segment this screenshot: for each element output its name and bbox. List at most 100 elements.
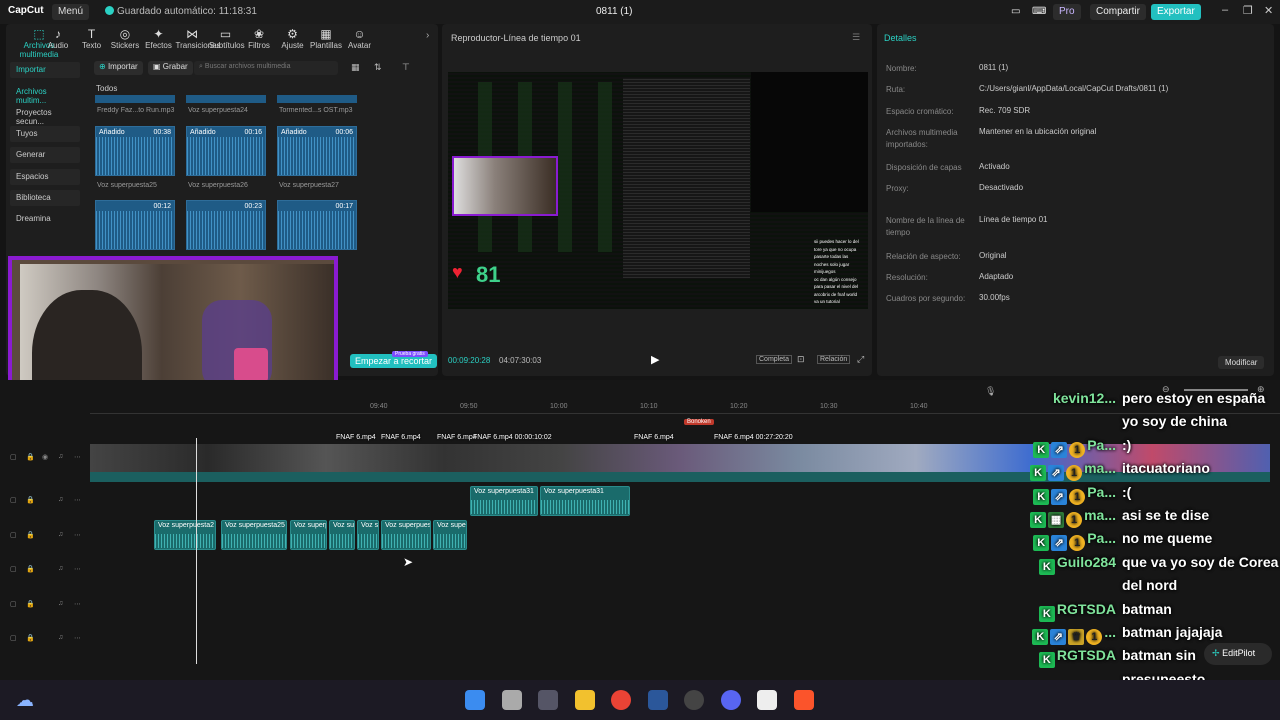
sidebar-item-4[interactable]: Generar [10, 147, 80, 163]
snapshot-icon[interactable]: ⊡ [797, 354, 805, 365]
sort-icon[interactable]: ⇅ [374, 62, 382, 73]
audio-clip[interactable]: Voz superpuesta [381, 520, 431, 550]
import-button[interactable]: ⊕ Importar [94, 61, 143, 75]
video-preview[interactable]: ♥ 81 sii puedes hacer lo del tore ya que … [448, 72, 868, 309]
media-thumb[interactable] [95, 95, 175, 103]
share-button[interactable]: Compartir [1090, 4, 1146, 20]
track-icon[interactable]: ▢ [10, 496, 17, 504]
windows-start-icon[interactable] [465, 690, 485, 710]
audio-clip[interactable]: Voz superpuesta31 [540, 486, 630, 516]
lock-icon[interactable]: 🔒 [26, 531, 35, 539]
toolbar-6[interactable]: ▭ Subtítulos [209, 27, 245, 50]
sidebar-item-1[interactable]: Archivos multim... [10, 84, 80, 105]
audio-icon[interactable]: ♫ [58, 496, 63, 503]
layout-icon[interactable]: ▭ [1005, 4, 1026, 20]
fullscreen-icon[interactable]: ⤢ [857, 354, 864, 365]
audio-clip[interactable]: Voz su [357, 520, 379, 550]
record-button[interactable]: ▣ Grabar [148, 61, 193, 75]
audio-clip[interactable]: Voz superp [290, 520, 327, 550]
sidebar-item-5[interactable]: Espacios [10, 169, 80, 185]
shortcuts-icon[interactable]: ⌨ [1026, 4, 1052, 20]
toolbar-8[interactable]: ⚙ Ajuste [276, 27, 309, 50]
microphone-icon[interactable]: 🎙 [985, 386, 996, 397]
track-icon[interactable]: ▢ [10, 600, 17, 608]
modify-button[interactable]: Modificar [1218, 356, 1265, 369]
file-explorer-icon[interactable] [501, 690, 522, 710]
track-icon[interactable]: ▢ [10, 634, 17, 642]
media-thumb[interactable]: 00:17 [277, 200, 357, 250]
audio-icon[interactable]: ♫ [58, 453, 63, 460]
chrome-icon[interactable] [611, 690, 631, 710]
audio-clip[interactable]: Voz superp [433, 520, 467, 550]
folder-icon[interactable] [574, 690, 595, 710]
toolbar-7[interactable]: ❀ Filtros [243, 27, 276, 50]
weather-icon[interactable]: ☁ [16, 690, 34, 711]
media-thumb[interactable] [186, 95, 266, 103]
all-media-label[interactable]: Todos [96, 84, 117, 93]
media-thumb[interactable]: 00:12 [95, 200, 175, 250]
maximize-icon[interactable]: ❐ [1243, 4, 1253, 17]
toolbar-10[interactable]: ☺ Avatar [343, 27, 376, 50]
word-icon[interactable] [647, 690, 668, 710]
more-icon[interactable]: ⋯ [74, 634, 81, 642]
sidebar-item-7[interactable]: Dreamina [10, 211, 80, 227]
audio-clip[interactable]: Voz superpuesta31 [470, 486, 538, 516]
track-icon[interactable]: ▢ [10, 565, 17, 573]
sidebar-item-6[interactable]: Biblioteca [10, 190, 80, 206]
media-search-input[interactable]: ⌕ Buscar archivos multimedia [194, 61, 338, 75]
sidebar-item-0[interactable]: Importar [10, 62, 80, 78]
media-thumb[interactable]: Añadido 00:06 [277, 126, 357, 176]
editpilot-button[interactable]: ✢ EditPilot [1204, 643, 1272, 665]
export-button[interactable]: Exportar [1151, 4, 1201, 20]
brave-icon[interactable] [793, 690, 814, 710]
audio-icon[interactable]: ♫ [58, 634, 63, 641]
audio-clip[interactable]: Voz superpuesta2 [154, 520, 216, 550]
audio-icon[interactable]: ♫ [58, 600, 63, 607]
toolbar-9[interactable]: ▦ Plantillas [310, 27, 343, 50]
capcut-icon[interactable] [757, 690, 777, 710]
sidebar-item-2[interactable]: Proyectos secun... [10, 105, 80, 126]
play-icon[interactable]: ▶ [651, 353, 659, 366]
grid-view-icon[interactable]: ▦ [351, 62, 360, 73]
aspect-ratio-button[interactable]: Relación [817, 355, 851, 364]
minimize-icon[interactable]: – [1222, 4, 1228, 16]
audio-icon[interactable]: ♫ [58, 565, 63, 572]
audio-clip[interactable]: Voz su [329, 520, 355, 550]
sidebar-item-3[interactable]: Tuyos [10, 126, 80, 142]
media-thumb[interactable]: Añadido 00:38 [95, 126, 175, 176]
more-icon[interactable]: ⋯ [74, 531, 81, 539]
lock-icon[interactable]: 🔒 [26, 565, 35, 573]
track-icon[interactable]: ▢ [10, 531, 17, 539]
track-icon[interactable]: ▢ [10, 453, 17, 461]
more-icon[interactable]: ⋯ [74, 453, 81, 461]
filter-icon[interactable]: ⊤ [402, 62, 410, 73]
lock-icon[interactable]: 🔒 [26, 600, 35, 608]
player-menu-icon[interactable]: ☰ [852, 32, 860, 43]
terminal-icon[interactable] [538, 690, 558, 710]
toolbar-5[interactable]: ⋈ Transiciones [176, 27, 221, 50]
media-thumb[interactable]: 00:23 [186, 200, 266, 250]
obs-icon[interactable] [684, 690, 704, 710]
timeline-marker[interactable]: Bonoken [684, 419, 714, 425]
close-icon[interactable]: ✕ [1264, 4, 1273, 17]
audio-icon[interactable]: ♫ [58, 531, 63, 538]
audio-clip[interactable]: Voz superpuesta25 [221, 520, 287, 550]
menu-button[interactable]: Menú [52, 4, 90, 20]
media-thumb[interactable]: Añadido 00:16 [186, 126, 266, 176]
pro-button[interactable]: Pro [1053, 4, 1081, 20]
toolbar-1[interactable]: ♪ Audio [42, 27, 75, 50]
more-icon[interactable]: ⋯ [74, 496, 81, 504]
toolbar-2[interactable]: T Texto [75, 27, 108, 50]
more-icon[interactable]: ⋯ [74, 600, 81, 608]
lock-icon[interactable]: 🔒 [26, 453, 35, 461]
playhead[interactable] [196, 438, 197, 664]
toolbar-3[interactable]: ◎ Stickers [109, 27, 142, 50]
visibility-icon[interactable]: ◉ [42, 453, 48, 461]
full-quality-button[interactable]: Completa [756, 355, 792, 364]
more-icon[interactable]: ⋯ [74, 565, 81, 573]
media-thumb[interactable] [277, 95, 357, 103]
discord-icon[interactable] [720, 690, 741, 710]
toolbar-4[interactable]: ✦ Efectos [142, 27, 175, 50]
lock-icon[interactable]: 🔒 [26, 496, 35, 504]
chevron-right-icon[interactable]: › [426, 30, 429, 41]
